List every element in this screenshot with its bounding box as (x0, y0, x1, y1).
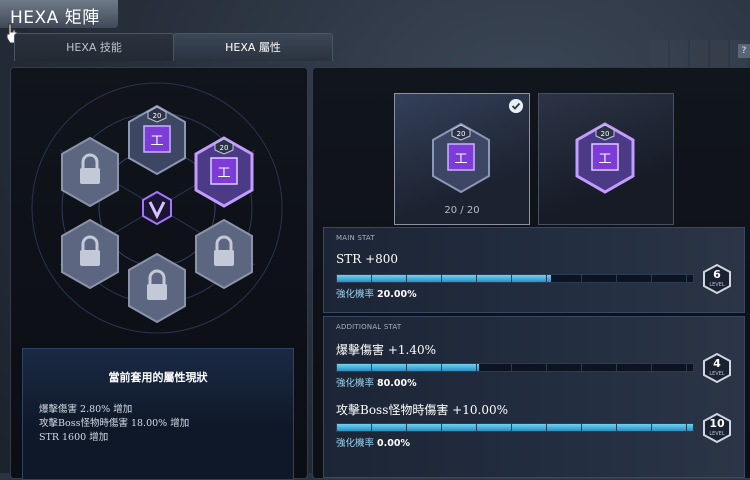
rate-label: 強化機率 (336, 438, 375, 449)
additional-stat-rate: 強化機率 80.00% (336, 375, 417, 389)
stat-node-top[interactable]: 工 20 (126, 104, 188, 176)
rate-label: 強化機率 (336, 289, 375, 300)
card-level-label: 20 (601, 130, 610, 138)
main-stat-section[interactable]: MAIN STAT STR +800 強化機率 20.00% 6 LEVEL (323, 227, 745, 313)
additional-stat-level: 10 LEVEL (702, 413, 732, 443)
node-level-label: 20 (153, 112, 162, 120)
additional-stat-progress-bar (336, 363, 694, 372)
status-line: 爆擊傷害 2.80% 增加 (39, 404, 133, 415)
node-level-label: 20 (220, 144, 229, 152)
level-number: 4 (713, 357, 721, 370)
additional-stat-section: ADDITIONAL STAT 爆擊傷害 +1.40% 強化機率 80.00% … (323, 316, 745, 478)
level-number: 10 (709, 417, 725, 430)
locked-node-upper-left[interactable] (59, 136, 121, 208)
stat-core-icon: 工 20 (575, 122, 635, 194)
stat-node-upper-right[interactable]: 工 20 (193, 136, 255, 208)
additional-stat-rate: 強化機率 0.00% (336, 435, 410, 449)
stat-core-icon: 工 20 (432, 122, 490, 194)
level-number: 6 (713, 268, 721, 281)
level-caption: LEVEL (709, 282, 725, 288)
status-title: 當前套用的屬性現狀 (108, 371, 208, 384)
level-caption: LEVEL (709, 371, 725, 377)
main-stat-progress-bar (336, 274, 694, 283)
additional-stat-name: 爆擊傷害 +1.40% (336, 343, 436, 357)
main-stat-rate: 強化機率 20.00% (336, 286, 417, 300)
locked-node-bottom[interactable] (126, 252, 188, 324)
rate-value: 20.00% (377, 289, 417, 300)
additional-stat-header: ADDITIONAL STAT (336, 323, 402, 331)
rate-value: 0.00% (377, 438, 411, 449)
main-stat-name: STR +800 (336, 252, 399, 266)
additional-stat-level: 4 LEVEL (702, 353, 732, 383)
help-button[interactable]: ? (738, 44, 750, 58)
check-icon (509, 99, 523, 113)
additional-stat-progress-bar (336, 423, 694, 432)
svg-text:工: 工 (454, 152, 467, 167)
rate-value: 80.00% (377, 378, 417, 389)
status-line: STR 1600 增加 (39, 432, 109, 443)
card-level-label: 20 (457, 130, 466, 138)
current-stat-status-panel: 當前套用的屬性現狀 爆擊傷害 2.80% 增加 攻擊Boss怪物時傷害 18.0… (22, 348, 294, 480)
hexa-v-emblem-icon (142, 190, 172, 226)
locked-node-lower-left[interactable] (59, 218, 121, 290)
svg-text:工: 工 (150, 134, 163, 149)
level-caption: LEVEL (709, 431, 725, 437)
core-count-label: 20 / 20 (444, 205, 480, 216)
rate-label: 強化機率 (336, 378, 375, 389)
svg-text:工: 工 (217, 166, 230, 181)
main-stat-header: MAIN STAT (336, 234, 375, 242)
additional-stat-name: 攻擊Boss怪物時傷害 +10.00% (336, 403, 508, 417)
status-line: 攻擊Boss怪物時傷害 18.00% 增加 (39, 418, 190, 429)
svg-text:工: 工 (598, 152, 611, 167)
locked-node-lower-right[interactable] (193, 218, 255, 290)
main-stat-level: 6 LEVEL (702, 264, 732, 294)
